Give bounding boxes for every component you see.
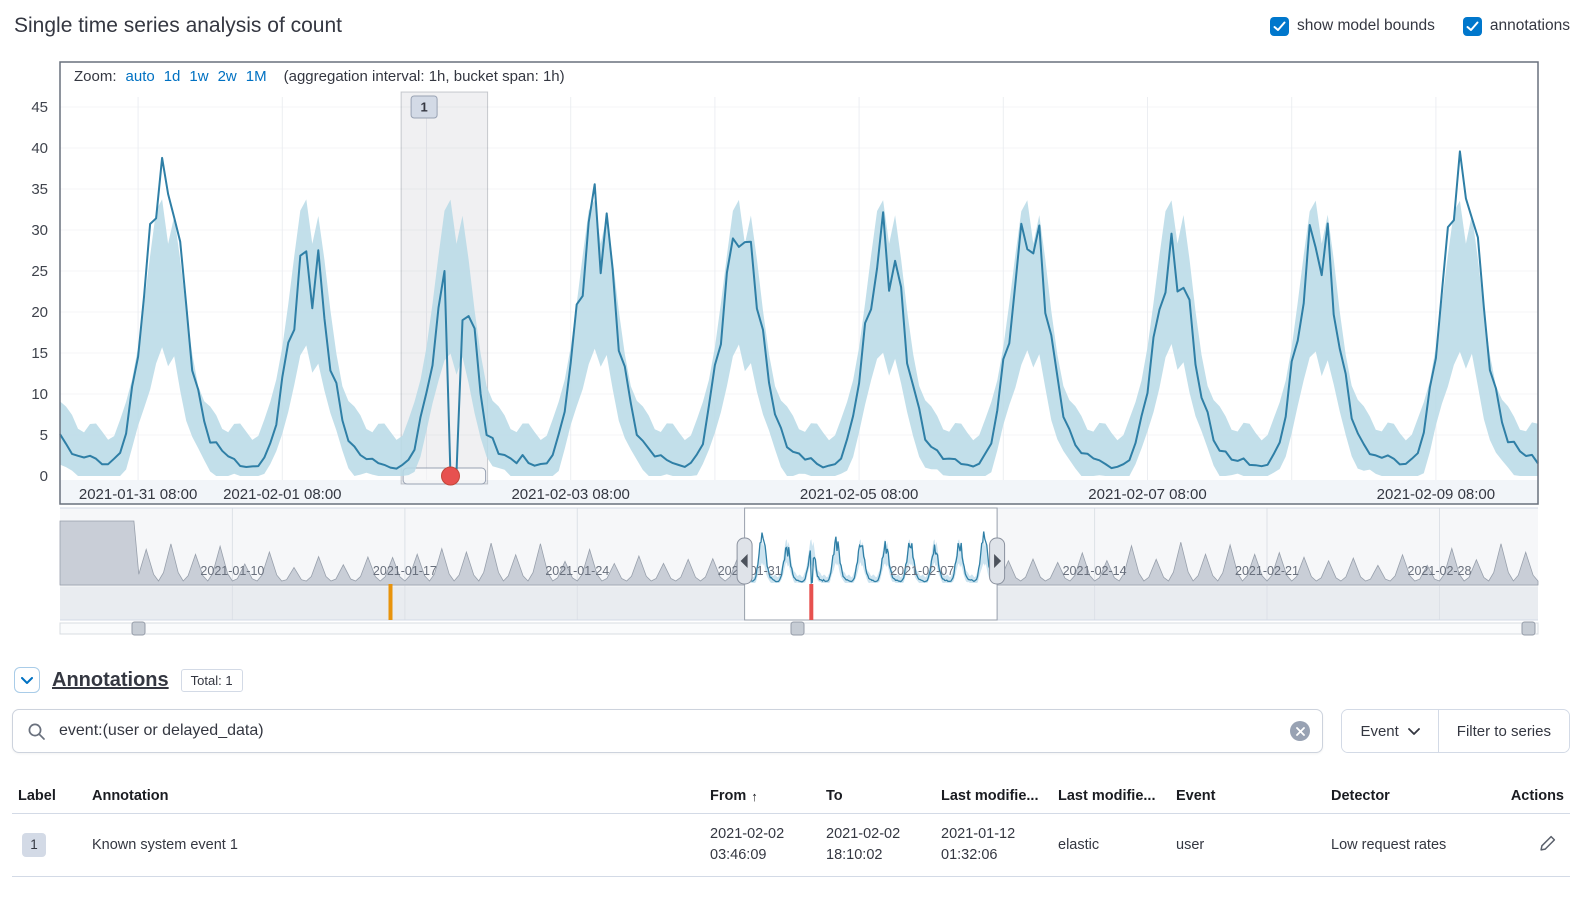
annotation-label-badge: 1 [22,833,46,857]
column-header-to[interactable]: To [820,788,935,804]
single-metric-viewer-page: Single time series analysis of count sho… [0,0,1586,904]
filter-to-series-button[interactable]: Filter to series [1438,710,1569,752]
svg-text:1: 1 [420,100,427,115]
brush-right-handle[interactable] [990,538,1005,584]
annotations-checkbox-label: annotations [1490,17,1570,35]
zoom-1d-link[interactable]: 1d [164,68,181,85]
model-bounds-band [60,199,1538,476]
annotations-checkbox[interactable]: annotations [1463,17,1570,36]
svg-text:2021-02-14: 2021-02-14 [1063,564,1127,578]
focus-and-context-chart[interactable]: 10510152025303540452021-01-31 08:002021-… [0,52,1586,637]
svg-text:45: 45 [31,99,48,116]
annotations-collapse-button[interactable] [14,667,40,693]
swimlane-anomaly-tick[interactable] [389,584,393,620]
svg-text:2021-01-10: 2021-01-10 [200,564,264,578]
svg-text:35: 35 [31,181,48,198]
top-bar: Single time series analysis of count sho… [0,0,1586,38]
annotations-table: Label Annotation From ↑ To Last modifie.… [12,779,1570,877]
column-header-actions: Actions [1475,788,1570,804]
svg-text:2021-02-07: 2021-02-07 [890,564,954,578]
clear-search-button[interactable] [1290,721,1310,741]
annotations-filter-group: Event Filter to series [1341,709,1570,753]
event-filter-button[interactable]: Event [1342,710,1437,752]
checkbox-checked-icon [1463,17,1482,36]
svg-text:5: 5 [40,427,48,444]
brush-left-handle[interactable] [737,538,752,584]
scrollbar-handle[interactable] [1522,622,1535,635]
annotations-table-header: Label Annotation From ↑ To Last modifie.… [12,779,1570,814]
event-filter-label: Event [1360,723,1398,740]
svg-text:2021-01-17: 2021-01-17 [373,564,437,578]
detector-cell: Low request rates [1325,835,1475,856]
svg-text:2021-02-07 08:00: 2021-02-07 08:00 [1088,486,1206,503]
pencil-icon [1539,834,1557,852]
edit-annotation-button[interactable] [1536,831,1560,858]
page-title: Single time series analysis of count [14,14,342,38]
column-header-from-label: From [710,788,746,804]
svg-text:2021-02-09 08:00: 2021-02-09 08:00 [1377,486,1495,503]
swimlane-anomaly-tick[interactable] [809,584,813,620]
scrollbar-handle[interactable] [132,622,145,635]
chart-svg[interactable]: 10510152025303540452021-01-31 08:002021-… [0,52,1586,637]
zoom-2w-link[interactable]: 2w [218,68,237,85]
close-icon [1296,727,1305,736]
table-row: 1 Known system event 1 2021-02-02 03:46:… [12,814,1570,877]
annotations-section-header: Annotations Total: 1 [14,667,1586,693]
event-cell: user [1170,835,1325,856]
svg-text:0: 0 [40,468,48,485]
chart-options: show model bounds annotations [1270,17,1570,36]
zoom-auto-link[interactable]: auto [126,68,155,85]
column-header-event[interactable]: Event [1170,788,1325,804]
last-modified-date-cell: 2021-01-12 01:32:06 [935,824,1052,866]
timeseries-viewer: Zoom: auto 1d 1w 2w 1M (aggregation inte… [0,52,1586,637]
svg-text:2021-02-21: 2021-02-21 [1235,564,1299,578]
svg-text:2021-02-03 08:00: 2021-02-03 08:00 [511,486,629,503]
svg-text:2021-02-28: 2021-02-28 [1408,564,1472,578]
svg-text:2021-02-05 08:00: 2021-02-05 08:00 [800,486,918,503]
aggregation-note: (aggregation interval: 1h, bucket span: … [284,68,565,85]
svg-text:2021-01-31 08:00: 2021-01-31 08:00 [79,486,197,503]
search-icon [27,722,46,741]
last-modified-by-cell: elastic [1052,835,1170,856]
chevron-down-icon [1408,728,1420,735]
svg-text:2021-01-24: 2021-01-24 [545,564,609,578]
sort-ascending-icon: ↑ [751,789,758,804]
svg-text:2021-02-01 08:00: 2021-02-01 08:00 [223,486,341,503]
svg-text:20: 20 [31,304,48,321]
svg-text:15: 15 [31,345,48,362]
column-header-detector[interactable]: Detector [1325,788,1475,804]
column-header-last-modified-by[interactable]: Last modifie... [1052,788,1170,804]
show-model-bounds-label: show model bounds [1297,17,1435,35]
annotations-search-box [12,709,1323,753]
search-input[interactable] [57,721,1279,741]
scrollbar-handle[interactable] [791,622,804,635]
chevron-down-icon [21,677,33,684]
column-header-from[interactable]: From ↑ [704,788,820,804]
checkbox-checked-icon [1270,17,1289,36]
annotations-heading[interactable]: Annotations [52,669,169,692]
column-header-last-modified-date[interactable]: Last modifie... [935,788,1052,804]
svg-text:10: 10 [31,386,48,403]
svg-text:40: 40 [31,140,48,157]
show-model-bounds-checkbox[interactable]: show model bounds [1270,17,1435,36]
zoom-controls: Zoom: auto 1d 1w 2w 1M (aggregation inte… [74,68,565,85]
annotation-cell: Known system event 1 [86,835,704,856]
from-cell: 2021-02-02 03:46:09 [704,824,820,866]
y-axis-labels: 0 5 10 15 20 25 30 35 40 45 [31,99,48,485]
svg-text:25: 25 [31,263,48,280]
anomaly-marker[interactable] [442,467,460,485]
annotations-total-badge: Total: 1 [181,669,243,692]
annotations-filter-row: Event Filter to series [12,709,1570,753]
column-header-label[interactable]: Label [12,788,86,804]
column-header-annotation[interactable]: Annotation [86,788,704,804]
svg-text:30: 30 [31,222,48,239]
to-cell: 2021-02-02 18:10:02 [820,824,935,866]
zoom-label: Zoom: [74,68,117,85]
zoom-1w-link[interactable]: 1w [189,68,208,85]
zoom-1M-link[interactable]: 1M [246,68,267,85]
